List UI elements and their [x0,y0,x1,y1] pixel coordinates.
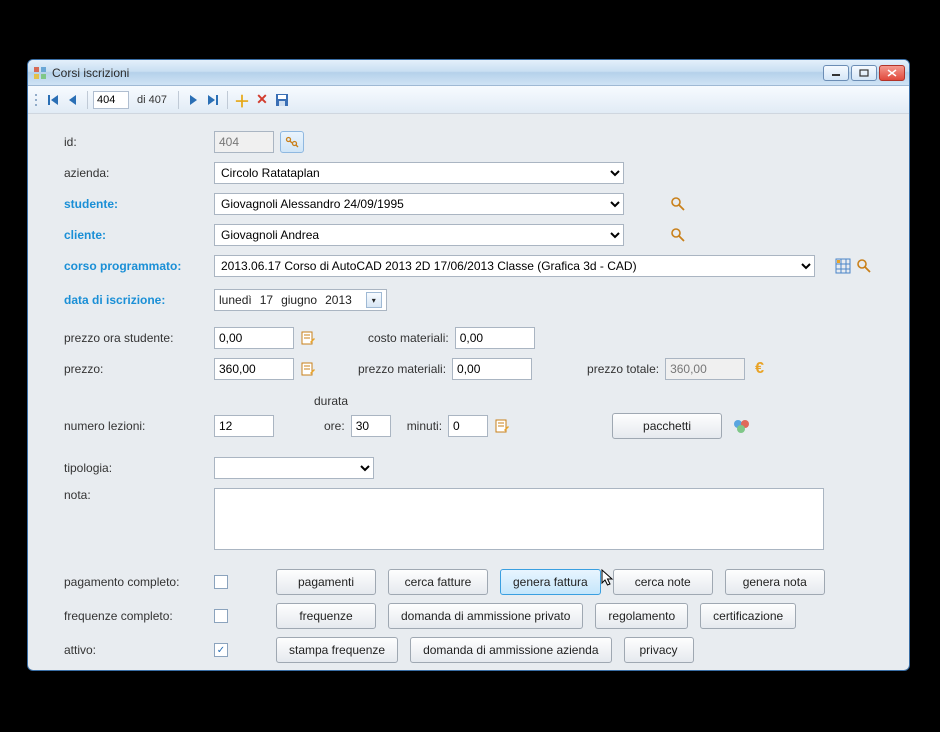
prezzo-materiali-field[interactable] [452,358,532,380]
domanda-azienda-button[interactable]: domanda di ammissione azienda [410,637,611,663]
prezzo-ora-studente-field[interactable] [214,327,294,349]
genera-fattura-button[interactable]: genera fattura [500,569,601,595]
nav-total-label: di 407 [131,94,173,106]
pagamenti-button[interactable]: pagamenti [276,569,376,595]
cerca-note-button[interactable]: cerca note [613,569,713,595]
nota-textarea[interactable] [214,488,824,550]
nav-next-button[interactable] [184,91,202,109]
label-cliente: cliente: [64,228,214,242]
regolamento-button[interactable]: regolamento [595,603,688,629]
minuti-field[interactable] [448,415,488,437]
label-studente: studente: [64,197,214,211]
domanda-privato-button[interactable]: domanda di ammissione privato [388,603,583,629]
label-attivo: attivo: [64,643,214,657]
app-icon [32,65,48,81]
label-numero-lezioni: numero lezioni: [64,419,214,433]
certificazione-button[interactable]: certificazione [700,603,796,629]
label-id: id: [64,135,214,149]
separator [178,91,179,109]
label-pagamento-completo: pagamento completo: [64,575,214,589]
label-data-iscrizione: data di iscrizione: [64,293,214,307]
label-prezzo: prezzo: [64,362,214,376]
search-corso-button[interactable] [856,256,873,276]
toolbar-grip-icon [34,93,40,107]
ore-field[interactable] [351,415,391,437]
pagamento-completo-checkbox[interactable] [214,575,228,589]
prezzo-totale-field [665,358,745,380]
label-frequenze-completo: frequenze completo: [64,609,214,623]
studente-select[interactable]: Giovagnoli Alessandro 24/09/1995 [214,193,624,215]
titlebar[interactable]: Corsi iscrizioni [28,60,909,86]
label-prezzo-materiali: prezzo materiali: [358,362,446,376]
label-corso: corso programmato: [64,259,214,273]
separator [227,91,228,109]
record-navigator: di 407 ＋ ✕ [28,86,909,114]
nav-prev-button[interactable] [64,91,82,109]
cerca-fatture-button[interactable]: cerca fatture [388,569,488,595]
minimize-button[interactable] [823,65,849,81]
corso-grid-button[interactable] [835,256,852,276]
date-weekday: lunedì [219,293,252,307]
genera-nota-button[interactable]: genera nota [725,569,825,595]
nav-save-button[interactable] [273,91,291,109]
label-minuti: minuti: [407,419,442,433]
separator [87,91,88,109]
euro-icon: € [755,360,764,378]
label-tipologia: tipologia: [64,461,214,475]
corso-select[interactable]: 2013.06.17 Corso di AutoCAD 2013 2D 17/0… [214,255,815,277]
search-cliente-button[interactable] [668,225,688,245]
id-field [214,131,274,153]
label-azienda: azienda: [64,166,214,180]
numero-lezioni-field[interactable] [214,415,274,437]
label-prezzo-ora-studente: prezzo ora studente: [64,331,214,345]
nav-last-button[interactable] [204,91,222,109]
label-nota: nota: [64,488,214,502]
date-day: 17 [260,293,273,307]
stampa-frequenze-button[interactable]: stampa frequenze [276,637,398,663]
calendar-dropdown-icon[interactable]: ▾ [366,292,382,308]
maximize-button[interactable] [851,65,877,81]
nav-add-button[interactable]: ＋ [233,91,251,109]
search-id-button[interactable] [280,131,304,153]
frequenze-completo-checkbox[interactable] [214,609,228,623]
nav-delete-button[interactable]: ✕ [253,91,271,109]
pacchetti-icon[interactable] [732,416,752,436]
close-button[interactable] [879,65,905,81]
frequenze-button[interactable]: frequenze [276,603,376,629]
window-title: Corsi iscrizioni [52,66,129,80]
costo-materiali-field[interactable] [455,327,535,349]
edit-durata-button[interactable] [492,416,512,436]
data-iscrizione-picker[interactable]: lunedì 17 giugno 2013 ▾ [214,289,387,311]
search-studente-button[interactable] [668,194,688,214]
privacy-button[interactable]: privacy [624,637,694,663]
azienda-select[interactable]: Circolo Ratataplan [214,162,624,184]
edit-prezzo-ora-button[interactable] [298,328,318,348]
label-prezzo-totale: prezzo totale: [587,362,659,376]
attivo-checkbox[interactable]: ✓ [214,643,228,657]
date-month: giugno [281,293,317,307]
prezzo-field[interactable] [214,358,294,380]
date-year: 2013 [325,293,352,307]
nav-position-input[interactable] [93,91,129,109]
label-costo-materiali: costo materiali: [368,331,449,345]
pacchetti-button[interactable]: pacchetti [612,413,722,439]
form-content: id: azienda: Circolo Ratataplan studente… [28,114,909,671]
window-corsi-iscrizioni: Corsi iscrizioni di 407 ＋ ✕ [27,59,910,671]
label-ore: ore: [324,419,345,433]
nav-first-button[interactable] [44,91,62,109]
tipologia-select[interactable] [214,457,374,479]
label-durata: durata [314,394,348,408]
cliente-select[interactable]: Giovagnoli Andrea [214,224,624,246]
edit-prezzo-button[interactable] [298,359,318,379]
